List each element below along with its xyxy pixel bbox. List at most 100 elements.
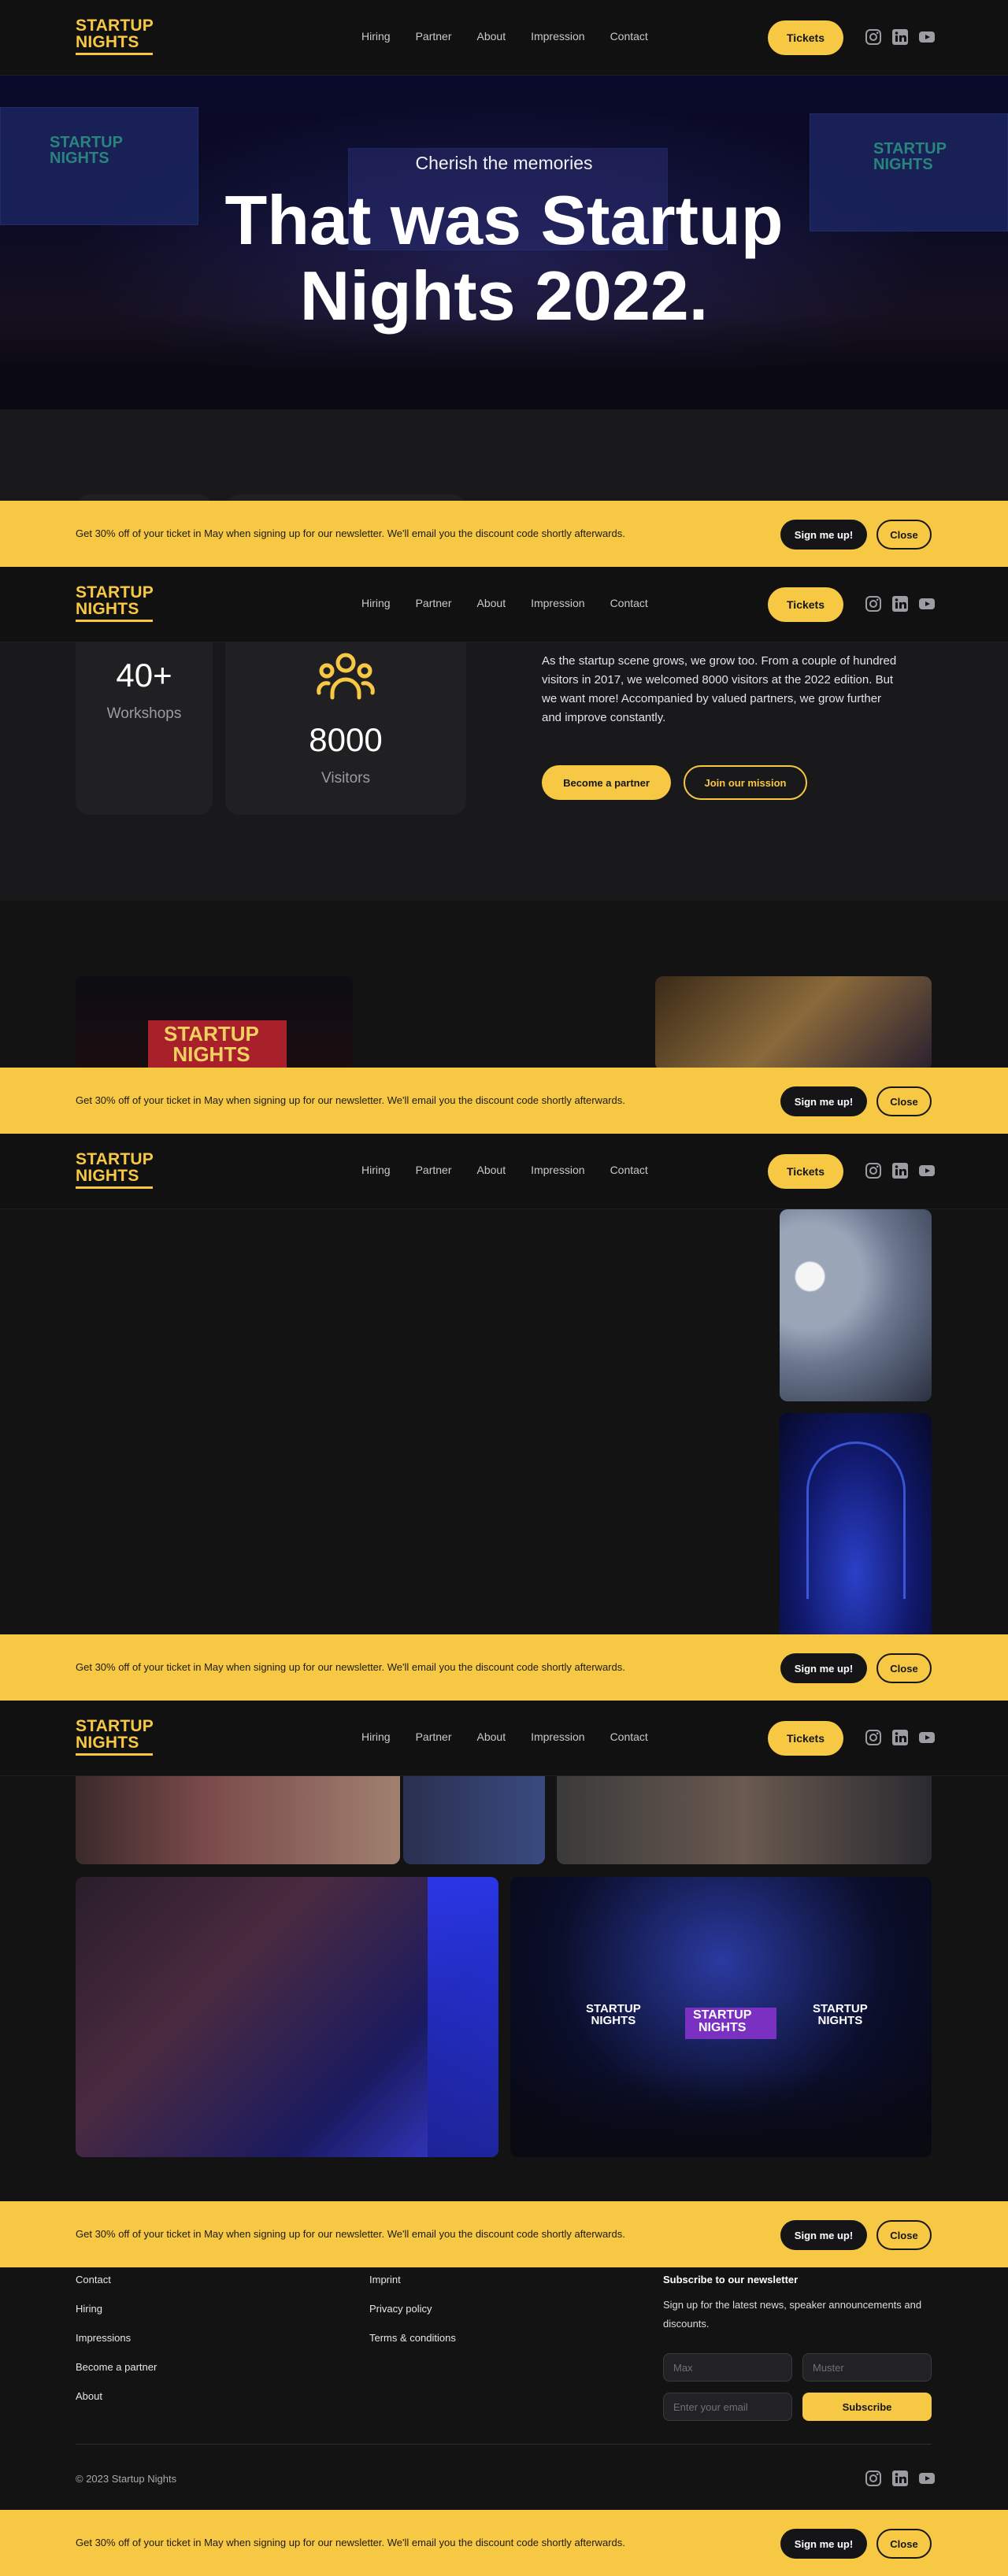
people-group-icon [317, 653, 375, 700]
nav-partner[interactable]: Partner [416, 30, 452, 43]
newsletter-close-button[interactable]: Close [876, 1653, 932, 1683]
youtube-icon[interactable] [918, 1729, 936, 1746]
linkedin-icon[interactable] [891, 28, 909, 46]
nav-about[interactable]: About [477, 1730, 506, 1743]
nav-hiring[interactable]: Hiring [361, 597, 391, 609]
main-nav: Hiring Partner About Impression Contact [361, 1164, 648, 1176]
stage-logo-center: STARTUP NIGHTS [693, 2009, 751, 2034]
gallery-photo-booth [655, 976, 932, 1071]
hero-section: STARTUP NIGHTS STARTUP NIGHTS Cherish th… [0, 76, 1008, 409]
linkedin-icon[interactable] [891, 595, 909, 613]
instagram-icon[interactable] [865, 1162, 882, 1179]
stat-value: 8000 [309, 721, 383, 758]
audience-shadow [510, 2071, 932, 2157]
youtube-icon[interactable] [918, 28, 936, 46]
logo-underline [76, 620, 153, 622]
email-input[interactable] [663, 2393, 792, 2421]
about-text: As the startup scene grows, we grow too.… [542, 654, 897, 724]
instagram-icon[interactable] [865, 595, 882, 613]
nav-contact[interactable]: Contact [610, 597, 648, 609]
instagram-icon[interactable] [865, 2470, 882, 2487]
instagram-icon[interactable] [865, 1729, 882, 1746]
newsletter-bar-text: Get 30% off of your ticket in May when s… [76, 1661, 625, 1673]
nav-impression[interactable]: Impression [531, 1164, 584, 1176]
logo-line2: NIGHTS [76, 1167, 139, 1185]
subscribe-button[interactable]: Subscribe [802, 2393, 932, 2421]
newsletter-signup-button[interactable]: Sign me up! [780, 2529, 867, 2559]
site-logo[interactable]: STARTUP NIGHTS [76, 1151, 154, 1189]
nav-partner[interactable]: Partner [416, 597, 452, 609]
join-mission-button[interactable]: Join our mission [684, 765, 807, 800]
linkedin-icon[interactable] [891, 1729, 909, 1746]
last-name-input[interactable] [802, 2353, 932, 2382]
nav-impression[interactable]: Impression [531, 597, 584, 609]
first-name-input[interactable] [663, 2353, 792, 2382]
header-social-icons [865, 1729, 936, 1746]
nav-contact[interactable]: Contact [610, 1730, 648, 1743]
logo-line1: STARTUP [76, 583, 154, 601]
subscribe-description: Sign up for the latest news, speaker ann… [663, 2299, 922, 2330]
screen-logo-text: STARTUP [50, 134, 123, 151]
nav-hiring[interactable]: Hiring [361, 1164, 391, 1176]
instagram-icon[interactable] [865, 28, 882, 46]
nav-contact[interactable]: Contact [610, 1164, 648, 1176]
newsletter-close-button[interactable]: Close [876, 520, 932, 550]
linkedin-icon[interactable] [891, 1162, 909, 1179]
newsletter-bar-repeat: Get 30% off of your ticket in May when s… [0, 2510, 1008, 2576]
footer-link-impressions[interactable]: Impressions [76, 2332, 131, 2344]
nav-about[interactable]: About [477, 597, 506, 609]
site-logo[interactable]: STARTUP NIGHTS [76, 17, 154, 55]
linkedin-icon[interactable] [891, 2470, 909, 2487]
footer-link-terms[interactable]: Terms & conditions [369, 2332, 456, 2344]
youtube-icon[interactable] [918, 1162, 936, 1179]
nav-hiring[interactable]: Hiring [361, 30, 391, 43]
footer-link-become-partner[interactable]: Become a partner [76, 2361, 157, 2373]
newsletter-close-button[interactable]: Close [876, 2220, 932, 2250]
nav-partner[interactable]: Partner [416, 1164, 452, 1176]
nav-impression[interactable]: Impression [531, 30, 584, 43]
become-partner-button[interactable]: Become a partner [542, 765, 671, 800]
nav-about[interactable]: About [477, 1164, 506, 1176]
logo-line1: STARTUP [76, 1717, 154, 1735]
header-social-icons [865, 1162, 936, 1179]
footer-link-hiring[interactable]: Hiring [76, 2303, 102, 2315]
stage-logo-text: STARTUP NIGHTS [164, 1023, 259, 1064]
newsletter-close-button[interactable]: Close [876, 1086, 932, 1116]
newsletter-close-button[interactable]: Close [876, 2529, 932, 2559]
main-nav: Hiring Partner About Impression Contact [361, 1730, 648, 1743]
header-social-icons [865, 595, 936, 613]
tickets-button[interactable]: Tickets [768, 1154, 843, 1189]
newsletter-signup-button[interactable]: Sign me up! [780, 520, 867, 550]
youtube-icon[interactable] [918, 2470, 936, 2487]
youtube-icon[interactable] [918, 595, 936, 613]
tickets-button[interactable]: Tickets [768, 587, 843, 622]
footer-link-imprint[interactable]: Imprint [369, 2274, 401, 2285]
site-logo[interactable]: STARTUP NIGHTS [76, 1718, 154, 1756]
nav-impression[interactable]: Impression [531, 1730, 584, 1743]
footer-link-contact[interactable]: Contact [76, 2274, 111, 2285]
footer-link-privacy[interactable]: Privacy policy [369, 2303, 432, 2315]
nav-about[interactable]: About [477, 30, 506, 43]
tickets-button[interactable]: Tickets [768, 1721, 843, 1756]
stage-logo-left: STARTUP NIGHTS [586, 2003, 641, 2026]
nav-partner[interactable]: Partner [416, 1730, 452, 1743]
logo-line2: NIGHTS [76, 33, 139, 51]
logo-line2: NIGHTS [76, 600, 139, 618]
stage-logo-line1: STARTUP [164, 1022, 259, 1046]
logo-line1: STARTUP [76, 17, 154, 35]
site-logo[interactable]: STARTUP NIGHTS [76, 584, 154, 622]
newsletter-signup-button[interactable]: Sign me up! [780, 2220, 867, 2250]
tickets-button[interactable]: Tickets [768, 20, 843, 55]
stat-label: Workshops [106, 705, 182, 722]
newsletter-signup-button[interactable]: Sign me up! [780, 1653, 867, 1683]
stat-value: 40+ [116, 657, 172, 694]
newsletter-signup-button[interactable]: Sign me up! [780, 1086, 867, 1116]
main-nav: Hiring Partner About Impression Contact [361, 597, 648, 609]
stage-logo-line2: NIGHTS [591, 2014, 636, 2027]
nav-contact[interactable]: Contact [610, 30, 648, 43]
nav-hiring[interactable]: Hiring [361, 1730, 391, 1743]
footer-link-about[interactable]: About [76, 2390, 102, 2402]
subscribe-heading: Subscribe to our newsletter [663, 2274, 799, 2285]
site-header-repeat: STARTUP NIGHTS Hiring Partner About Impr… [0, 1134, 1008, 1209]
newsletter-bar-repeat: Get 30% off of your ticket in May when s… [0, 1634, 1008, 1701]
